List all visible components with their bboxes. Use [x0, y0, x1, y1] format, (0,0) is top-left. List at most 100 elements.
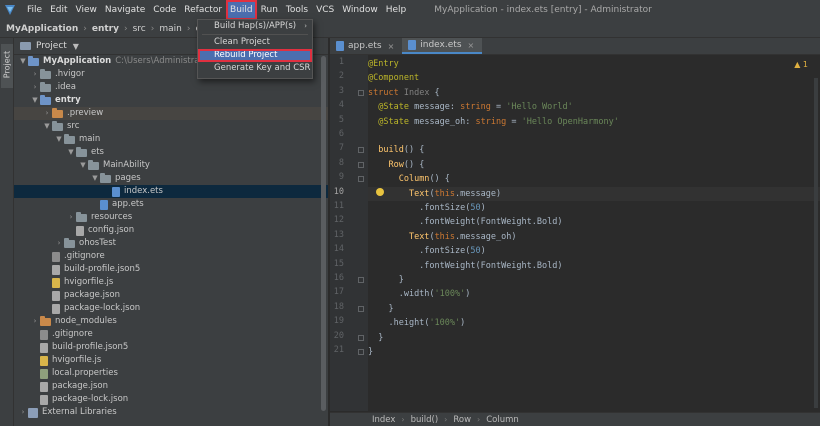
- code-line[interactable]: @State message: string = 'Hello World': [368, 100, 820, 114]
- chevron-right-icon[interactable]: ›: [42, 107, 52, 120]
- code-line[interactable]: .fontWeight(FontWeight.Bold): [368, 259, 820, 273]
- chevron-down-icon[interactable]: ▼: [18, 55, 28, 68]
- tree-item[interactable]: ▼ src: [14, 120, 328, 133]
- code-line[interactable]: .fontSize(50): [368, 201, 820, 215]
- code-line[interactable]: .fontSize(50): [368, 244, 820, 258]
- tree-item[interactable]: .gitignore: [14, 250, 328, 263]
- tree-item[interactable]: config.json: [14, 224, 328, 237]
- code-line[interactable]: .height('100%'): [368, 316, 820, 330]
- code-line[interactable]: build() {: [368, 143, 820, 157]
- fold-marker[interactable]: [358, 334, 364, 341]
- project-panel-scrollbar[interactable]: [321, 56, 326, 411]
- tree-item[interactable]: package-lock.json: [14, 302, 328, 315]
- code-line[interactable]: @Component: [368, 71, 820, 85]
- menu-vcs[interactable]: VCS: [312, 0, 338, 20]
- editor-breadcrumb-item[interactable]: Column: [486, 415, 519, 425]
- breadcrumb-item[interactable]: entry: [92, 24, 119, 34]
- fold-marker[interactable]: [358, 277, 364, 283]
- code-line[interactable]: [368, 129, 820, 143]
- code-line[interactable]: Row() {: [368, 158, 820, 172]
- code-line[interactable]: .fontWeight(FontWeight.Bold): [368, 215, 820, 229]
- menu-edit[interactable]: Edit: [46, 0, 71, 20]
- tree-item[interactable]: › .idea: [14, 81, 328, 94]
- chevron-down-icon[interactable]: ▼: [42, 120, 52, 133]
- menu-refactor[interactable]: Refactor: [180, 0, 226, 20]
- chevron-down-icon[interactable]: ▼: [66, 146, 76, 159]
- project-tool-button[interactable]: Project: [1, 44, 13, 88]
- build-menu-item-generate-key-and-csr[interactable]: Generate Key and CSR: [198, 62, 312, 75]
- menu-run[interactable]: Run: [257, 0, 282, 20]
- tree-item[interactable]: ▼ main: [14, 133, 328, 146]
- breadcrumb-item[interactable]: MyApplication: [6, 24, 78, 34]
- editor-scrollbar[interactable]: [814, 78, 818, 408]
- chevron-right-icon[interactable]: ›: [18, 406, 28, 419]
- tree-item[interactable]: hvigorfile.js: [14, 354, 328, 367]
- editor-breadcrumb-item[interactable]: Index: [372, 415, 395, 425]
- code-line[interactable]: struct Index {: [368, 86, 820, 100]
- code-line[interactable]: Text(this.message_oh): [368, 230, 820, 244]
- fold-marker[interactable]: [358, 176, 364, 183]
- chevron-right-icon[interactable]: ›: [30, 315, 40, 328]
- fold-marker[interactable]: [358, 89, 364, 96]
- code-line[interactable]: }: [368, 273, 820, 287]
- fold-marker[interactable]: [358, 349, 364, 355]
- chevron-right-icon[interactable]: ›: [30, 81, 40, 94]
- code-line[interactable]: Text(this.message): [368, 186, 820, 201]
- code-line[interactable]: }: [368, 331, 820, 345]
- tree-item[interactable]: › .preview: [14, 107, 328, 120]
- code-line[interactable]: }: [368, 302, 820, 316]
- menu-help[interactable]: Help: [382, 0, 411, 20]
- editor-breadcrumb-item[interactable]: Row: [453, 415, 471, 425]
- menu-tools[interactable]: Tools: [282, 0, 312, 20]
- menu-window[interactable]: Window: [338, 0, 382, 20]
- build-menu-item-clean-project[interactable]: Clean Project: [198, 36, 312, 49]
- build-menu-item-rebuild-project[interactable]: Rebuild Project: [198, 49, 312, 62]
- chevron-down-icon[interactable]: ▼: [30, 94, 40, 107]
- tree-item[interactable]: build-profile.json5: [14, 341, 328, 354]
- tree-item[interactable]: ▼ ets: [14, 146, 328, 159]
- close-icon[interactable]: ×: [468, 41, 475, 50]
- tree-item[interactable]: local.properties: [14, 367, 328, 380]
- tree-item[interactable]: app.ets: [14, 198, 328, 211]
- chevron-down-icon[interactable]: ▼: [78, 159, 88, 172]
- tree-item[interactable]: › External Libraries: [14, 406, 328, 419]
- tree-item[interactable]: package-lock.json: [14, 393, 328, 406]
- breadcrumb-item[interactable]: main: [159, 24, 182, 34]
- chevron-down-icon[interactable]: ▼: [90, 172, 100, 185]
- code-line[interactable]: .width('100%'): [368, 287, 820, 301]
- fold-marker[interactable]: [358, 161, 364, 168]
- build-menu-item-build-hap-s-app-s[interactable]: Build Hap(s)/APP(s) ›: [198, 20, 312, 33]
- close-icon[interactable]: ×: [388, 42, 395, 51]
- tree-item[interactable]: ▼ MainAbility: [14, 159, 328, 172]
- tree-item[interactable]: index.ets: [14, 185, 328, 198]
- tree-item[interactable]: ▼ pages: [14, 172, 328, 185]
- chevron-down-icon[interactable]: ▼: [73, 42, 79, 51]
- chevron-right-icon[interactable]: ›: [30, 68, 40, 81]
- menu-build[interactable]: Build: [226, 0, 257, 20]
- chevron-right-icon[interactable]: ›: [66, 211, 76, 224]
- tab-index-ets[interactable]: index.ets ×: [402, 38, 483, 54]
- menu-code[interactable]: Code: [149, 0, 180, 20]
- tree-item[interactable]: › ohosTest: [14, 237, 328, 250]
- tree-item[interactable]: ▼ entry: [14, 94, 328, 107]
- fold-marker[interactable]: [358, 305, 364, 312]
- menu-navigate[interactable]: Navigate: [101, 0, 149, 20]
- tree-item[interactable]: › node_modules: [14, 315, 328, 328]
- code-area[interactable]: @Entry @Component struct Index { @State me…: [368, 55, 820, 411]
- warning-indicator[interactable]: ▲ 1: [794, 60, 808, 69]
- tree-item[interactable]: .gitignore: [14, 328, 328, 341]
- code-line[interactable]: @Entry: [368, 57, 820, 71]
- menu-view[interactable]: View: [72, 0, 101, 20]
- lightbulb-icon[interactable]: [376, 188, 384, 196]
- editor-breadcrumb-item[interactable]: build(): [411, 415, 439, 425]
- breadcrumb-item[interactable]: src: [133, 24, 146, 34]
- chevron-down-icon[interactable]: ▼: [54, 133, 64, 146]
- tree-item[interactable]: hvigorfile.js: [14, 276, 328, 289]
- code-line[interactable]: Column() {: [368, 172, 820, 186]
- tree-item[interactable]: › resources: [14, 211, 328, 224]
- tree-item[interactable]: package.json: [14, 380, 328, 393]
- tree-item[interactable]: build-profile.json5: [14, 263, 328, 276]
- chevron-right-icon[interactable]: ›: [54, 237, 64, 250]
- code-line[interactable]: @State message_oh: string = 'Hello OpenH…: [368, 115, 820, 129]
- fold-marker[interactable]: [358, 147, 364, 154]
